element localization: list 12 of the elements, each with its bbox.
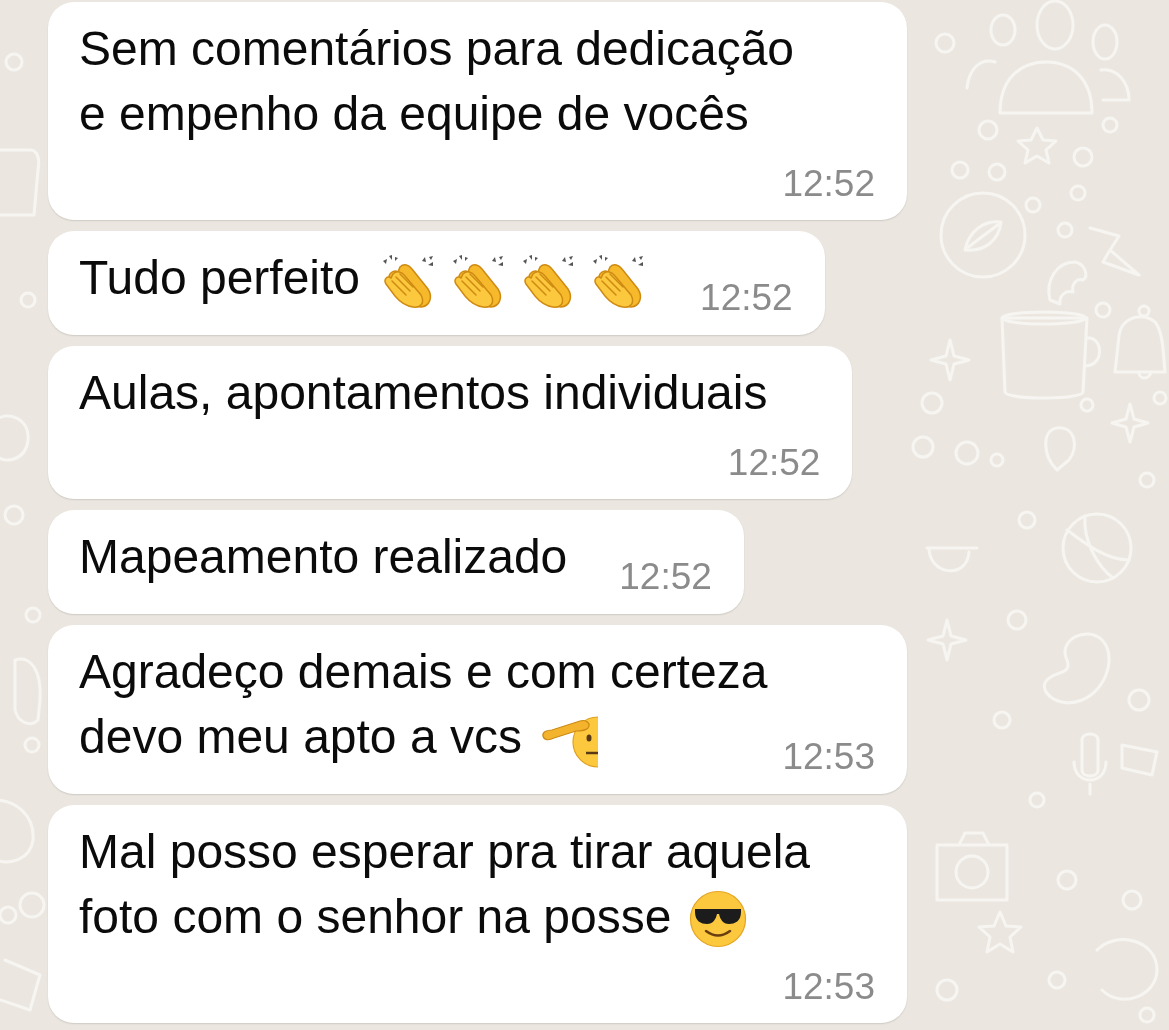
message-text: Aulas, apontamentos individuais <box>79 366 768 419</box>
message-text: Tudo perfeito <box>79 251 649 304</box>
message-time: 12:52 <box>700 278 793 318</box>
message-text: Sem comentários para dedicação e empenho da equipe de vocês <box>79 22 795 140</box>
message-text: Mapeamento realizado <box>79 530 568 583</box>
message-text: Mal posso esperar pra tirar aquela foto com o senhor na posse <box>79 825 811 943</box>
message-time: 12:53 <box>782 967 875 1007</box>
message-time: 12:52 <box>727 443 821 483</box>
message-time: 12:52 <box>619 557 712 597</box>
message-time: 12:52 <box>782 164 875 204</box>
sunglasses-face-icon <box>689 890 748 948</box>
message-time: 12:53 <box>782 737 875 777</box>
